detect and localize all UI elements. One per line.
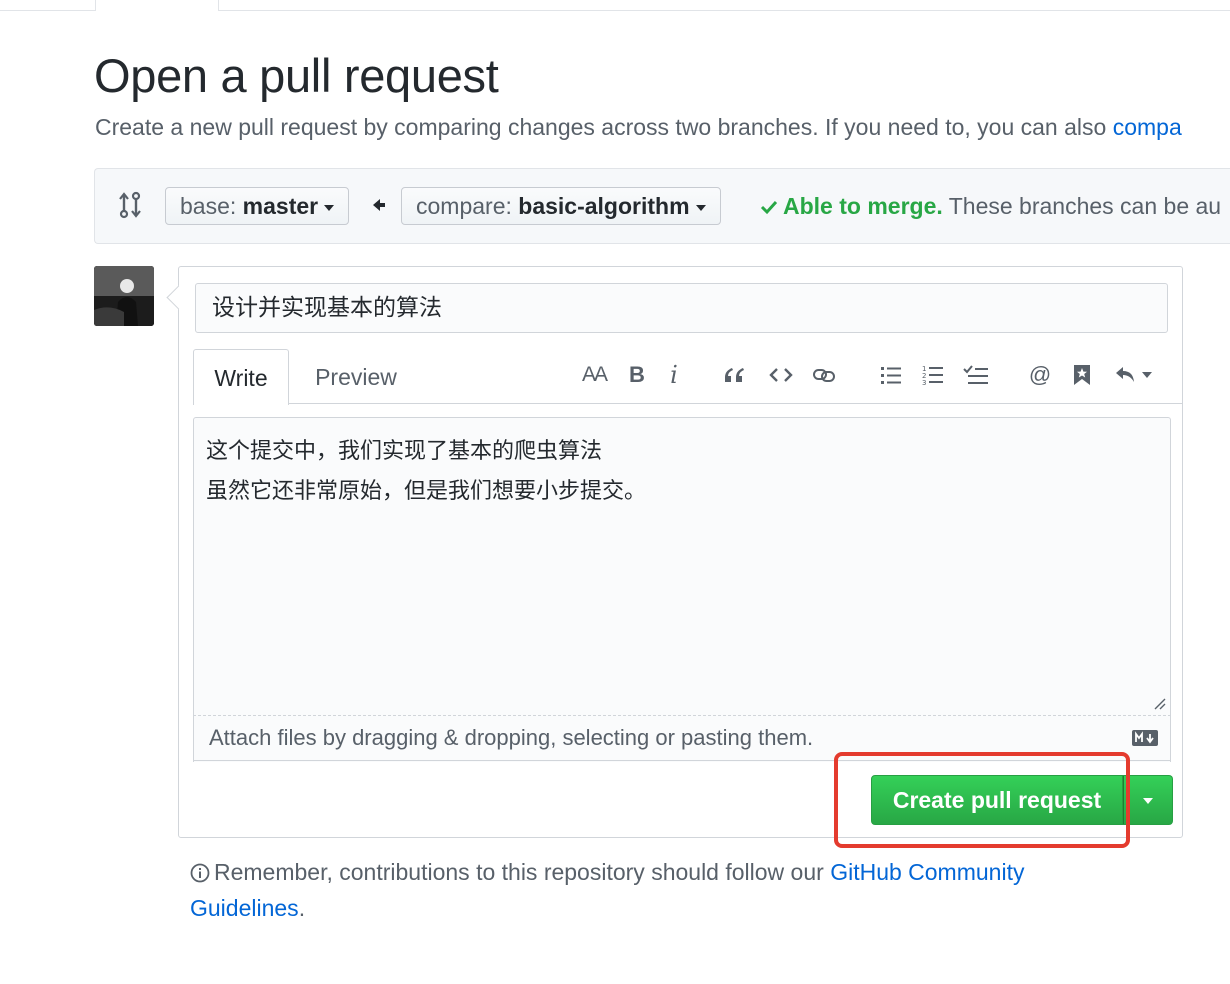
link-button[interactable] xyxy=(809,359,839,391)
compare-branch-button[interactable]: compare: basic-algorithm xyxy=(401,187,721,225)
merge-note-text: These branches can be au xyxy=(942,193,1222,219)
branch-range-bar: base: master compare: basic-algorithm Ab… xyxy=(94,168,1230,244)
ordered-list-icon: 123 xyxy=(922,365,943,386)
top-tab-strip xyxy=(0,0,1230,12)
page-title: Open a pull request xyxy=(94,49,499,102)
title-input[interactable]: 设计并实现基本的算法 xyxy=(195,283,1168,333)
svg-text:3: 3 xyxy=(922,379,926,386)
ordered-list-button[interactable]: 123 xyxy=(919,359,947,391)
compare-branch-name: basic-algorithm xyxy=(518,193,690,219)
body-line: 这个提交中，我们实现了基本的爬虫算法 xyxy=(206,439,603,464)
code-icon xyxy=(769,368,793,382)
saved-replies-button[interactable] xyxy=(1111,359,1155,391)
reply-icon xyxy=(1116,367,1134,382)
check-icon xyxy=(760,200,778,215)
link-icon xyxy=(813,369,835,382)
header-button[interactable]: AA xyxy=(577,359,611,391)
body-textarea[interactable]: 这个提交中，我们实现了基本的爬虫算法 虽然它还非常原始，但是我们想要小步提交。 xyxy=(193,417,1171,762)
base-branch-name: master xyxy=(242,193,319,219)
create-pull-request-dropdown[interactable] xyxy=(1123,775,1173,825)
page-subtitle: Create a new pull request by comparing c… xyxy=(95,114,1182,141)
base-branch-button[interactable]: base: master xyxy=(165,187,350,225)
resize-handle-icon[interactable] xyxy=(1152,696,1166,710)
merge-ok-text: Able to merge. xyxy=(783,193,943,219)
info-icon xyxy=(190,863,210,883)
bold-button[interactable]: B xyxy=(625,359,649,391)
avatar-image xyxy=(94,266,154,326)
chevron-down-icon xyxy=(324,204,335,211)
arrow-left-icon xyxy=(373,199,385,211)
chevron-down-icon xyxy=(695,204,706,211)
unordered-list-icon xyxy=(881,367,901,384)
body-line: 虽然它还非常原始，但是我们想要小步提交。 xyxy=(206,479,647,504)
reference-button[interactable] xyxy=(1069,359,1095,391)
task-list-icon xyxy=(963,365,988,384)
chevron-down-icon xyxy=(1143,798,1153,804)
quote-button[interactable] xyxy=(719,359,749,391)
unordered-list-button[interactable] xyxy=(877,359,905,391)
contribution-guidelines-note: Remember, contributions to this reposito… xyxy=(190,854,1090,926)
mention-button[interactable]: @ xyxy=(1025,359,1055,391)
chevron-down-icon xyxy=(1142,372,1152,378)
git-compare-icon xyxy=(119,191,141,219)
attach-files-text: Attach files by dragging & dropping, sel… xyxy=(209,725,814,750)
top-tab[interactable] xyxy=(95,0,219,11)
italic-button[interactable]: i xyxy=(663,359,685,391)
tab-write[interactable]: Write xyxy=(193,349,289,405)
compare-across-forks-link[interactable]: compa xyxy=(1113,114,1182,140)
quote-icon xyxy=(725,368,744,382)
markdown-icon[interactable] xyxy=(1132,730,1158,746)
note-end: . xyxy=(298,895,306,921)
task-list-button[interactable] xyxy=(961,359,991,391)
compare-prefix: compare: xyxy=(416,193,519,219)
base-prefix: base: xyxy=(180,193,243,219)
bookmark-icon xyxy=(1074,365,1090,385)
tab-preview[interactable]: Preview xyxy=(293,349,419,405)
code-button[interactable] xyxy=(765,359,797,391)
avatar[interactable] xyxy=(94,266,154,326)
merge-status: Able to merge. These branches can be au xyxy=(759,193,1221,220)
highlight-annotation xyxy=(834,752,1130,848)
note-text: Remember, contributions to this reposito… xyxy=(214,859,831,885)
subtitle-text: Create a new pull request by comparing c… xyxy=(95,114,1113,140)
